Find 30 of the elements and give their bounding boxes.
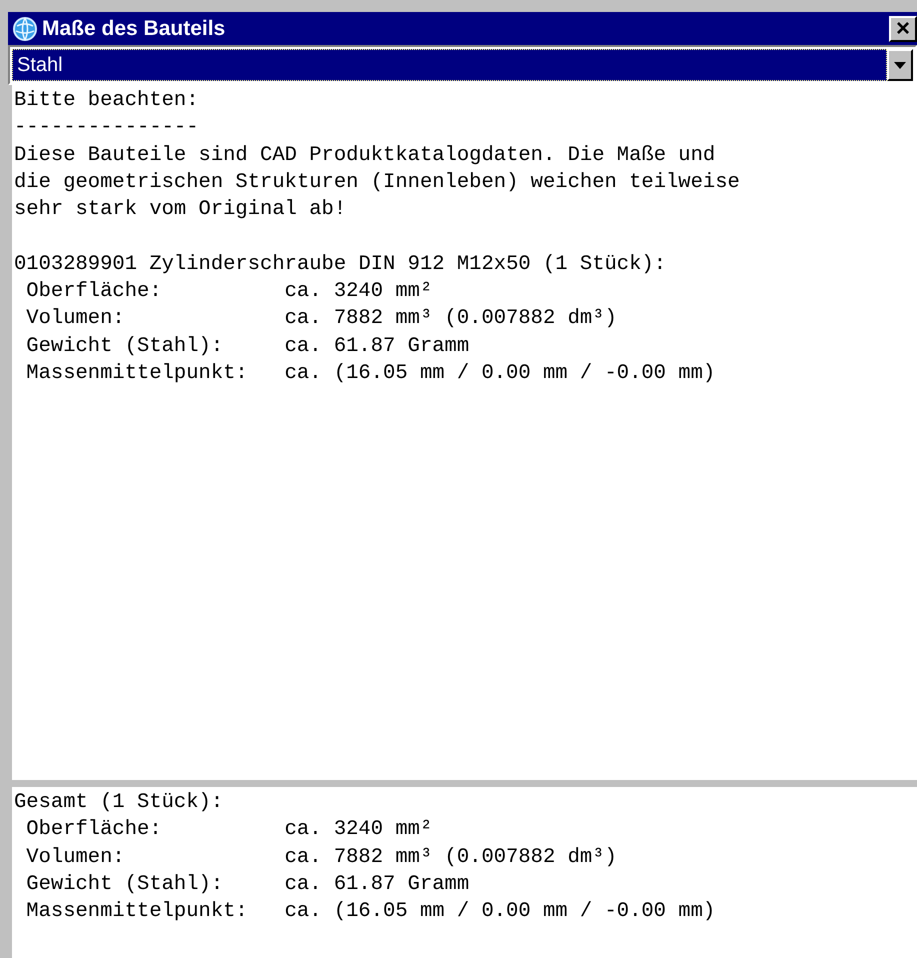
caret-icon (894, 62, 906, 68)
property-value: ca. 61.87 Gramm (284, 872, 470, 898)
globe-icon (12, 16, 38, 42)
property-value: ca. 61.87 Gramm (284, 334, 470, 360)
part-header: 0103289901 Zylinderschraube DIN 912 M12x50 (1 Stück): (14, 252, 668, 278)
notice-heading: Bitte beachten: (14, 88, 200, 114)
notice-text: die geometrischen Strukturen (Innenleben) weichen teilweise (14, 170, 741, 196)
close-button[interactable]: × (889, 16, 917, 42)
property-value: ca. 3240 mm² (284, 817, 432, 844)
notice-text: sehr stark vom Original ab! (14, 197, 348, 224)
dropdown-button[interactable] (887, 49, 913, 81)
property-value: ca. (16.05 mm / 0.00 mm / -0.00 mm) (284, 360, 716, 387)
window-title: Maße des Bauteils (42, 16, 226, 42)
property-label: Volumen: (26, 844, 126, 871)
notice-text: Diese Bauteile sind CAD Produktkatalogdaten. Die Maße und (14, 142, 716, 169)
dropdown-value: Stahl (12, 49, 887, 81)
total-header: Gesamt (1 Stück): (14, 790, 224, 816)
property-label: Oberfläche: (26, 817, 163, 844)
property-label: Gewicht (Stahl): (26, 872, 224, 898)
property-label: Volumen: (26, 306, 126, 332)
property-value: ca. 7882 mm³ (0.007882 dm³) (284, 306, 617, 332)
property-label: Massenmittelpunkt: (26, 899, 249, 926)
notice-rule: --------------- (14, 115, 200, 142)
material-dropdown[interactable]: Stahl (8, 45, 917, 85)
property-value: ca. 3240 mm² (284, 279, 432, 306)
property-label: Oberfläche: (26, 279, 163, 306)
property-value: ca. 7882 mm³ (0.007882 dm³) (284, 844, 617, 871)
property-value: ca. (16.05 mm / 0.00 mm / -0.00 mm) (284, 899, 716, 926)
property-label: Gewicht (Stahl): (26, 334, 224, 360)
property-label: Massenmittelpunkt: (26, 360, 249, 387)
